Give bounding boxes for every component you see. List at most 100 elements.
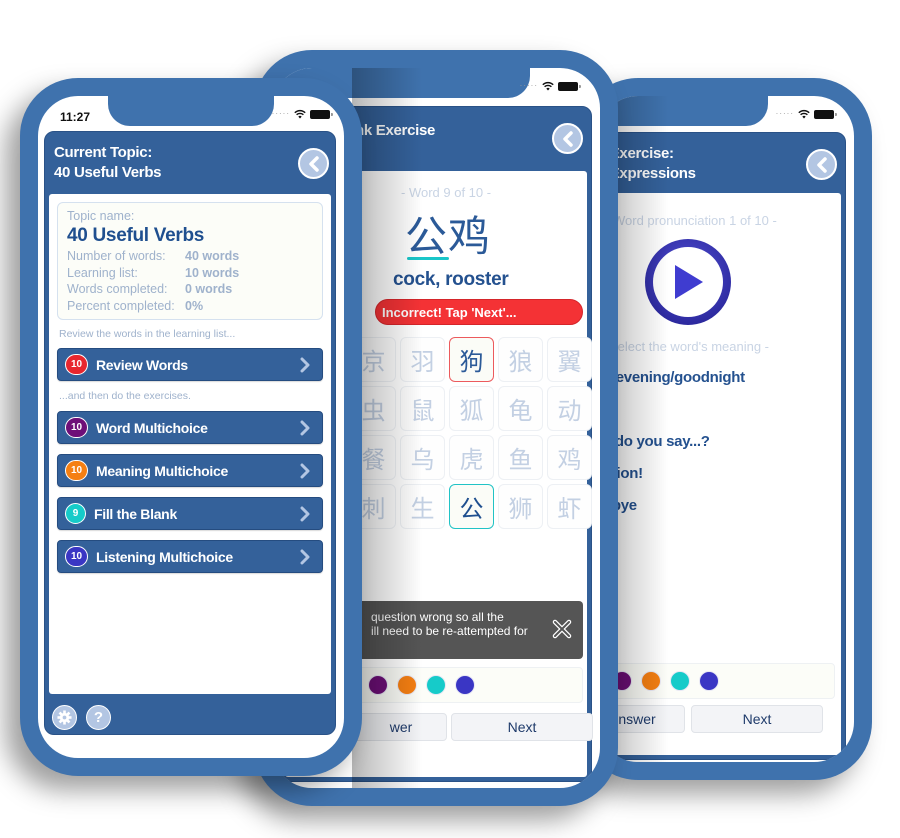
header-title: Current Topic: 40 Useful Verbs xyxy=(54,144,162,181)
grid-cell[interactable]: 狮 xyxy=(498,484,543,529)
battery-icon xyxy=(310,109,333,119)
topic-panel: Current Topic: 40 Useful Verbs Topic nam… xyxy=(44,131,336,735)
battery-icon xyxy=(814,109,837,119)
review-words-button[interactable]: 10 Review Words xyxy=(57,348,323,381)
grid-cell[interactable]: 鸡 xyxy=(547,435,592,480)
toast-line-2: ill need to be re-attempted for xyxy=(371,624,528,638)
select-meaning-hint: Select the word's meaning - xyxy=(609,339,770,354)
wifi-icon xyxy=(294,109,306,119)
status-icons: ····· xyxy=(775,109,837,119)
grid-cell-correct[interactable]: 公 xyxy=(449,484,494,529)
stat-row: Words completed: 0 words xyxy=(67,282,233,296)
play-audio-button[interactable] xyxy=(645,239,731,325)
exercise-panel: g Exercise: n Expressions Word pronuncia… xyxy=(598,132,846,760)
notch xyxy=(108,96,274,126)
notification-toast: question wrong so all the ill need to be… xyxy=(345,601,583,659)
topic-name-label: Topic name: xyxy=(67,209,135,223)
status-icons: ····· xyxy=(271,109,333,119)
option-3[interactable]: v do you say...? xyxy=(603,433,710,450)
stat-row: Number of words: 40 words xyxy=(67,249,240,263)
wifi-icon xyxy=(798,109,810,119)
screen: ····· g Exercise: n Expressions Word pro… xyxy=(598,96,854,762)
back-button[interactable] xyxy=(298,148,329,179)
stat-row: Learning list: 10 words xyxy=(67,265,240,280)
stat-row: Percent completed: 0% xyxy=(67,298,204,313)
settings-button[interactable] xyxy=(52,705,77,730)
battery-icon xyxy=(558,81,581,91)
header-title: nk Exercise xyxy=(355,122,436,139)
status-time: 11:27 xyxy=(60,110,91,124)
word-multichoice-button[interactable]: 10 Word Multichoice xyxy=(57,411,323,444)
back-button[interactable] xyxy=(552,123,583,154)
grid-cell[interactable]: 龟 xyxy=(498,386,543,431)
listening-multichoice-button[interactable]: 10 Listening Multichoice xyxy=(57,540,323,573)
phone-listening-exercise: ····· g Exercise: n Expressions Word pro… xyxy=(580,78,872,780)
gear-icon xyxy=(57,710,72,725)
chevron-right-icon xyxy=(300,357,310,372)
grid-cell[interactable]: 翼 xyxy=(547,337,592,382)
topic-name: 40 Useful Verbs xyxy=(67,225,205,246)
grid-cell[interactable]: 虎 xyxy=(449,435,494,480)
grid-cell[interactable]: 鼠 xyxy=(400,386,445,431)
pronunciation-counter: Word pronunciation 1 of 10 - xyxy=(613,213,777,228)
grid-cell[interactable]: 狼 xyxy=(498,337,543,382)
chevron-right-icon xyxy=(300,506,310,521)
progress-dot xyxy=(397,675,417,695)
next-button[interactable]: Next xyxy=(691,705,823,733)
progress-dot xyxy=(368,675,388,695)
count-badge: 10 xyxy=(65,460,88,481)
screen: 11:27 ····· Current Topic: 40 Useful Ver… xyxy=(38,96,344,758)
topic-info-card: Topic name: 40 Useful Verbs Number of wo… xyxy=(57,202,323,320)
back-button[interactable] xyxy=(806,149,837,180)
next-button[interactable]: Next xyxy=(451,713,593,741)
option-1[interactable]: d evening/goodnight xyxy=(603,369,745,386)
phone-topic-overview: 11:27 ····· Current Topic: 40 Useful Ver… xyxy=(20,78,362,776)
play-icon xyxy=(675,265,703,299)
word-counter: - Word 9 of 10 - xyxy=(401,185,492,200)
review-hint: Review the words in the learning list... xyxy=(59,328,236,340)
grid-cell[interactable]: 鱼 xyxy=(498,435,543,480)
grid-cell[interactable]: 虾 xyxy=(547,484,592,529)
fill-the-blank-button[interactable]: 9 Fill the Blank xyxy=(57,497,323,530)
progress-dots xyxy=(598,663,835,699)
target-word: 公鸡 xyxy=(405,212,492,261)
chevron-right-icon xyxy=(300,420,310,435)
notch xyxy=(598,96,768,126)
count-badge: 9 xyxy=(65,503,86,524)
close-icon[interactable] xyxy=(551,618,573,640)
exercise-content: Word pronunciation 1 of 10 - Select the … xyxy=(598,193,841,755)
count-badge: 10 xyxy=(65,417,88,438)
progress-dot xyxy=(455,675,475,695)
progress-dot xyxy=(426,675,446,695)
progress-dot xyxy=(699,671,719,691)
signal-icon: ····· xyxy=(775,109,794,118)
help-icon: ? xyxy=(93,709,104,726)
grid-cell[interactable]: 乌 xyxy=(400,435,445,480)
chevron-left-icon xyxy=(816,156,827,173)
exercises-hint: ...and then do the exercises. xyxy=(59,390,191,402)
grid-cell[interactable]: 羽 xyxy=(400,337,445,382)
signal-icon: ····· xyxy=(271,109,290,118)
count-badge: 10 xyxy=(65,546,88,567)
chevron-left-icon xyxy=(562,130,573,147)
topic-content: Topic name: 40 Useful Verbs Number of wo… xyxy=(49,194,331,694)
grid-cell[interactable]: 狐 xyxy=(449,386,494,431)
wifi-icon xyxy=(542,81,554,91)
feedback-banner: Incorrect! Tap 'Next'... xyxy=(375,299,583,325)
signal-icon: ····· xyxy=(519,81,538,90)
blank-underline xyxy=(407,257,449,260)
grid-cell[interactable]: 动 xyxy=(547,386,592,431)
progress-dot xyxy=(670,671,690,691)
chevron-right-icon xyxy=(300,549,310,564)
help-button[interactable]: ? xyxy=(86,705,111,730)
count-badge: 10 xyxy=(65,354,88,375)
status-icons: ····· xyxy=(519,81,581,91)
progress-dots xyxy=(345,667,583,703)
progress-dot xyxy=(641,671,661,691)
meaning-multichoice-button[interactable]: 10 Meaning Multichoice xyxy=(57,454,323,487)
chevron-right-icon xyxy=(300,463,310,478)
grid-cell[interactable]: 生 xyxy=(400,484,445,529)
chevron-left-icon xyxy=(308,155,319,172)
toast-line-1: question wrong so all the xyxy=(371,610,504,624)
grid-cell-wrong[interactable]: 狗 xyxy=(449,337,494,382)
